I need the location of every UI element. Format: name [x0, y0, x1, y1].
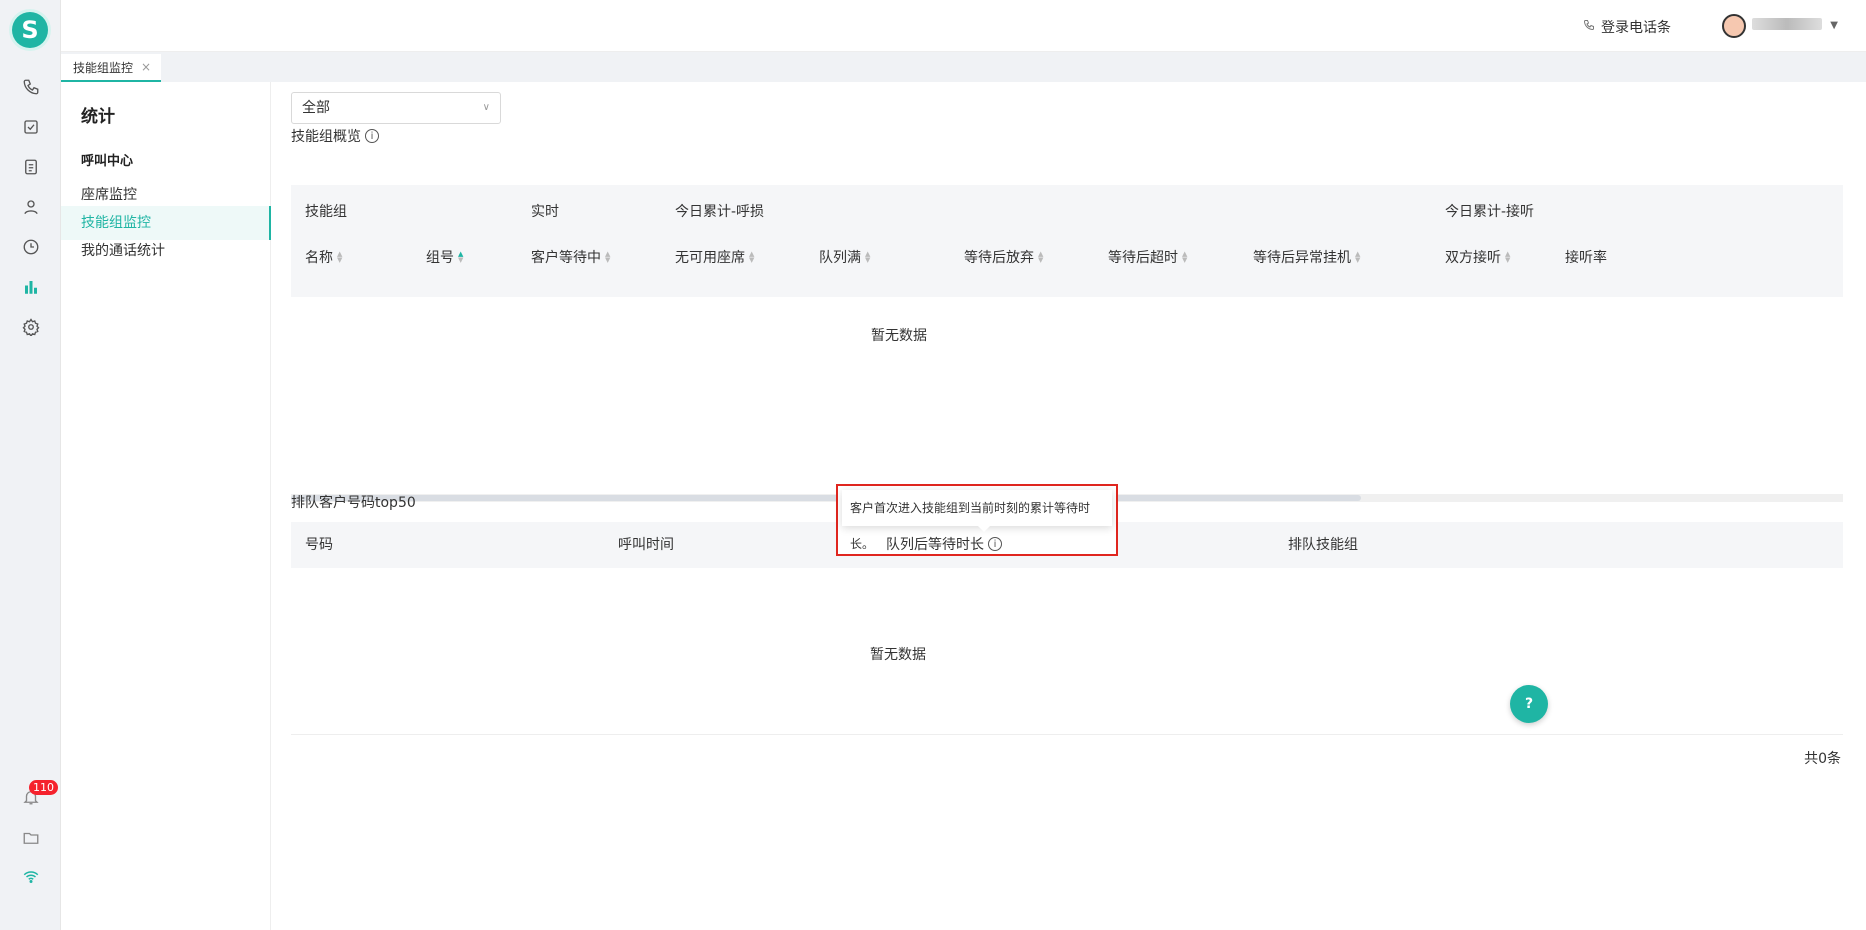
- sort-icon[interactable]: ▲ ▼: [337, 251, 342, 264]
- notification-badge: 110: [29, 780, 58, 795]
- overview-title: 技能组概览 i: [291, 126, 379, 146]
- chevron-down-icon[interactable]: ▼: [1830, 20, 1838, 31]
- skill-group-select[interactable]: 全部 ∨: [291, 92, 501, 124]
- column-label: 队列满: [819, 250, 861, 266]
- column-header-no-agent[interactable]: 无可用座席 ▲ ▼: [675, 247, 754, 267]
- phone-icon[interactable]: [20, 76, 42, 98]
- divider: [291, 734, 1843, 735]
- overview-title-text: 技能组概览: [291, 129, 361, 145]
- column-label: 客户等待中: [531, 250, 601, 266]
- sort-icon[interactable]: ▲ ▼: [1355, 251, 1360, 264]
- top-bar: 登录电话条 ▼: [61, 0, 1866, 52]
- clock-icon[interactable]: [20, 236, 42, 258]
- column-header-timeout[interactable]: 等待后超时 ▲ ▼: [1108, 247, 1187, 267]
- column-header-name[interactable]: 名称 ▲ ▼: [305, 247, 342, 267]
- stats-subnav: 统计 呼叫中心 座席监控 技能组监控 我的通话统计: [61, 82, 271, 930]
- column-label: 等待后异常挂机: [1253, 250, 1351, 266]
- queue-empty-text: 暂无数据: [870, 647, 926, 663]
- column-header-answer-rate[interactable]: 接听率: [1565, 247, 1843, 267]
- group-header-lost: 今日累计-呼损: [675, 204, 765, 220]
- sort-icon[interactable]: ▲ ▼: [865, 251, 870, 264]
- gear-icon[interactable]: [20, 316, 42, 338]
- column-label: 接听率: [1565, 250, 1607, 266]
- tab-strip: 技能组监控 ×: [61, 52, 1866, 82]
- close-icon[interactable]: ×: [141, 60, 151, 74]
- sort-icon[interactable]: ▲ ▼: [458, 251, 463, 264]
- column-header-abnormal-hangup[interactable]: 等待后异常挂机 ▲ ▼: [1253, 247, 1360, 267]
- group-header-skill-group: 技能组: [305, 204, 347, 220]
- column-header-group-no[interactable]: 组号 ▲ ▼: [426, 247, 463, 267]
- contact-icon[interactable]: [20, 196, 42, 218]
- column-label: 等待后放弃: [964, 250, 1034, 266]
- chevron-down-icon: ∨: [482, 102, 490, 113]
- column-label: 组号: [426, 250, 454, 266]
- sort-icon[interactable]: ▲ ▼: [1505, 251, 1510, 264]
- phone-small-icon: [1583, 19, 1595, 35]
- column-header-queue-skill-group: 排队技能组: [1288, 537, 1358, 553]
- task-check-icon[interactable]: [20, 116, 42, 138]
- column-label: 双方接听: [1445, 250, 1501, 266]
- sort-icon[interactable]: ▲ ▼: [1038, 251, 1043, 264]
- overview-table-header: 技能组 实时 今日累计-呼损 今日累计-接听 名称 ▲ ▼ 组号 ▲ ▼ 客户等待中…: [291, 185, 1843, 297]
- column-header-number: 号码: [305, 537, 333, 553]
- tab-skill-group-monitor[interactable]: 技能组监控 ×: [61, 54, 161, 82]
- document-icon[interactable]: [20, 156, 42, 178]
- overview-empty-text: 暂无数据: [871, 328, 927, 344]
- column-header-waiting[interactable]: 客户等待中 ▲ ▼: [531, 247, 610, 267]
- column-header-abandon[interactable]: 等待后放弃 ▲ ▼: [964, 247, 1043, 267]
- tab-label: 技能组监控: [73, 60, 134, 75]
- sort-icon[interactable]: ▲ ▼: [749, 251, 754, 264]
- sort-icon[interactable]: ▲ ▼: [1182, 251, 1187, 264]
- folder-icon[interactable]: [20, 827, 42, 849]
- scrollbar-thumb[interactable]: [291, 495, 1361, 501]
- select-value: 全部: [302, 100, 330, 116]
- group-header-realtime: 实时: [531, 204, 559, 220]
- subnav-item-my-call-stats[interactable]: 我的通话统计: [61, 234, 271, 268]
- bar-chart-icon[interactable]: [20, 276, 42, 298]
- column-label: 无可用座席: [675, 250, 745, 266]
- column-header-wait-duration[interactable]: 队列后等待时长 i: [886, 534, 1002, 554]
- column-header-call-time: 呼叫时间: [618, 537, 674, 553]
- column-label: 名称: [305, 250, 333, 266]
- column-label: 等待后超时: [1108, 250, 1178, 266]
- help-icon[interactable]: ?: [1510, 685, 1548, 723]
- wait-duration-tooltip-highlight: 客户首次进入技能组到当前时刻的累计等待时长。 队列后等待时长 i: [836, 484, 1118, 556]
- subnav-group-call-center: 呼叫中心: [81, 154, 134, 169]
- total-count: 共0条: [1804, 751, 1841, 767]
- column-label: 队列后等待时长: [886, 537, 984, 553]
- info-icon[interactable]: i: [988, 537, 1002, 551]
- queue-title: 排队客户号码top50: [291, 495, 416, 511]
- wifi-icon[interactable]: [20, 866, 42, 888]
- login-phone-button[interactable]: 登录电话条: [1583, 17, 1671, 37]
- avatar[interactable]: [1722, 14, 1746, 38]
- sort-icon[interactable]: ▲ ▼: [605, 251, 610, 264]
- app-logo[interactable]: S: [12, 12, 48, 48]
- group-header-answered: 今日累计-接听: [1445, 204, 1535, 220]
- left-icon-rail: S 110: [0, 0, 61, 930]
- tooltip-bubble: 客户首次进入技能组到当前时刻的累计等待时长。: [842, 490, 1112, 551]
- username-redacted[interactable]: [1752, 18, 1822, 30]
- column-header-queue-full[interactable]: 队列满 ▲ ▼: [819, 247, 870, 267]
- subnav-title: 统计: [81, 107, 115, 127]
- login-phone-label: 登录电话条: [1601, 20, 1671, 36]
- info-icon[interactable]: i: [365, 129, 379, 143]
- column-header-both-answer[interactable]: 双方接听 ▲ ▼: [1445, 247, 1510, 267]
